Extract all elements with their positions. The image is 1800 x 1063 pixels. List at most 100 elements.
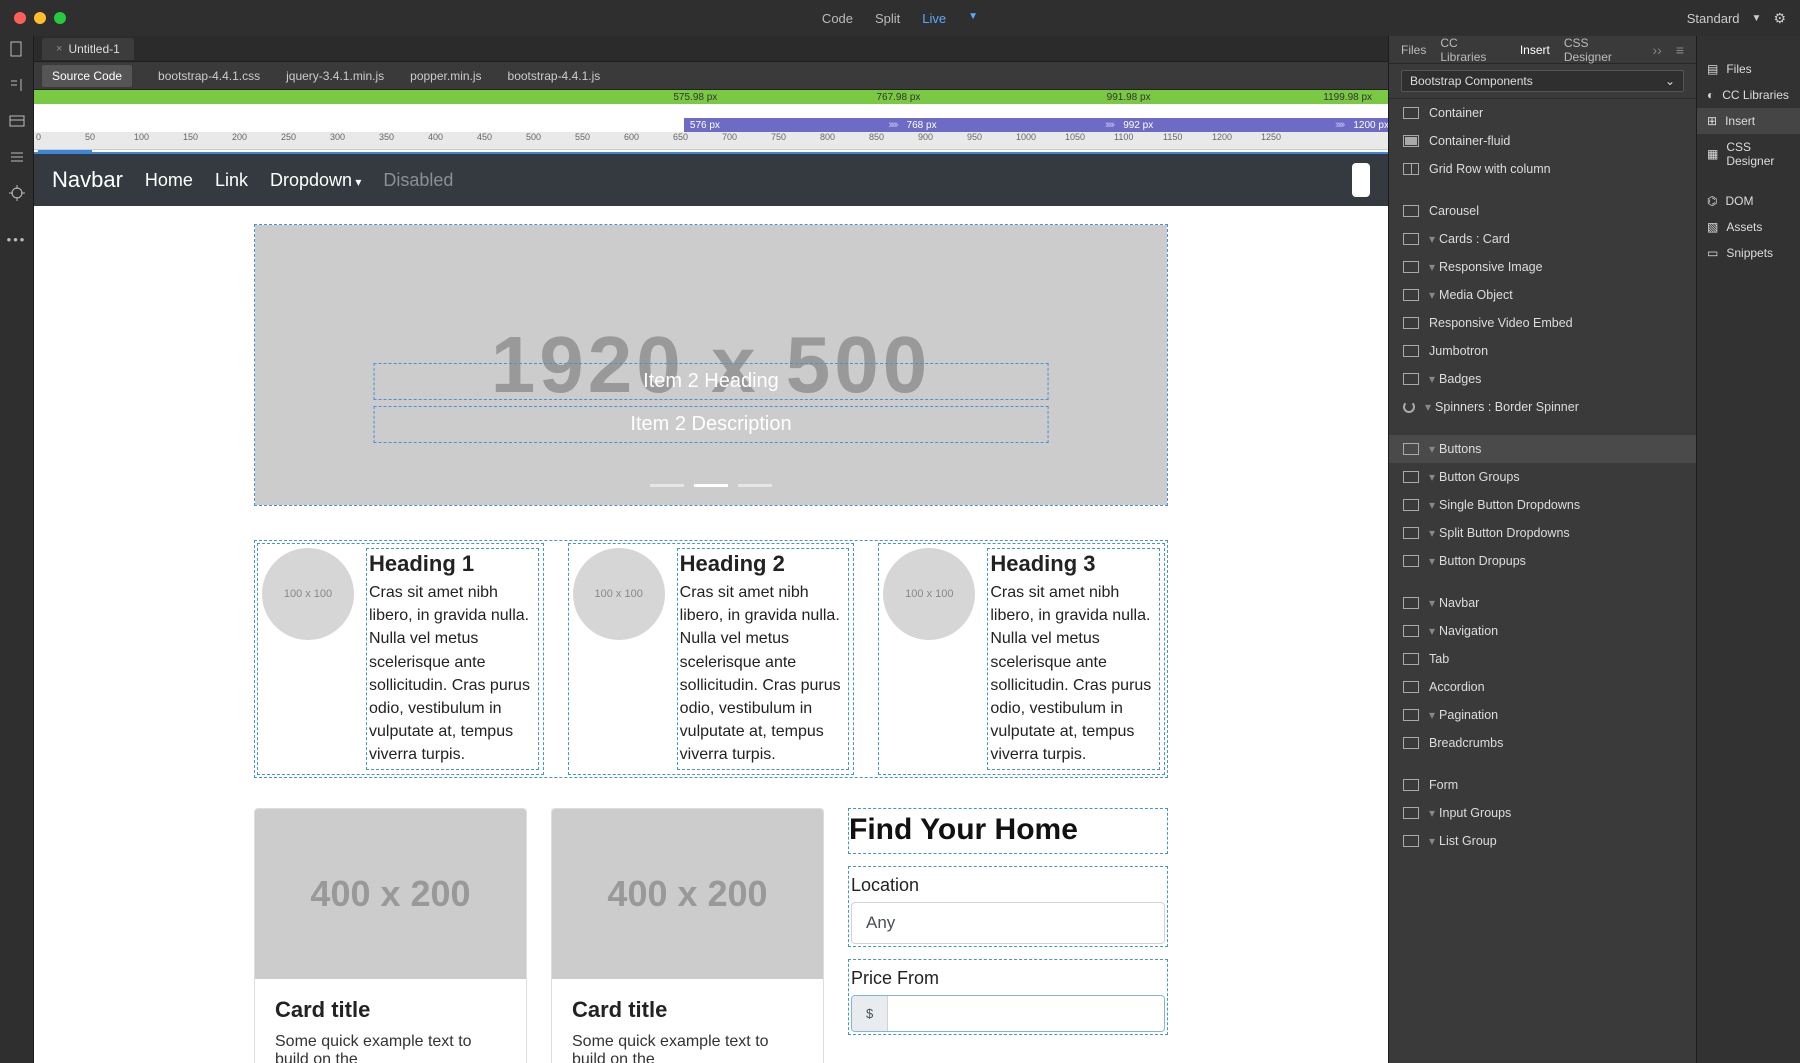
rail-assets[interactable]: ▧Assets: [1697, 214, 1800, 240]
location-select[interactable]: Any: [851, 902, 1165, 944]
insert-accordion[interactable]: Accordion: [1389, 673, 1696, 701]
rail-snippets[interactable]: ▭Snippets: [1697, 240, 1800, 266]
rail-cclibraries[interactable]: ◐CC Libraries: [1697, 82, 1800, 108]
media-body: Heading 2 Cras sit amet nibh libero, in …: [677, 548, 850, 770]
more-tools-icon[interactable]: •••: [8, 230, 26, 248]
insert-pagination[interactable]: ▾Pagination: [1389, 701, 1696, 729]
location-label: Location: [851, 875, 1165, 896]
insert-single-dropdowns[interactable]: ▾Single Button Dropdowns: [1389, 491, 1696, 519]
related-file[interactable]: bootstrap-4.4.1.css: [158, 69, 260, 83]
insert-input-groups[interactable]: ▾Input Groups: [1389, 799, 1696, 827]
manage-tool-icon[interactable]: [8, 76, 26, 94]
ruler-tick: 950: [967, 132, 982, 142]
navbar-brand[interactable]: Navbar: [52, 167, 123, 193]
insert-carousel[interactable]: Carousel: [1389, 197, 1696, 225]
view-split[interactable]: Split: [875, 11, 900, 26]
rail-insert[interactable]: ⊞Insert: [1697, 108, 1800, 134]
panel-tabs: Files CC Libraries Insert CSS Designer ›…: [1389, 36, 1696, 64]
extract-tool-icon[interactable]: [8, 112, 26, 130]
carousel-heading[interactable]: Item 2 Heading: [374, 363, 1049, 400]
panel-tab-insert[interactable]: Insert: [1520, 43, 1550, 57]
nav-search-input[interactable]: [1352, 163, 1370, 197]
insert-buttons[interactable]: ▾Buttons: [1389, 435, 1696, 463]
related-file[interactable]: jquery-3.4.1.min.js: [286, 69, 384, 83]
bp-label: 767.98 px: [873, 92, 923, 103]
target-tool-icon[interactable]: [8, 184, 26, 202]
insert-responsive-image[interactable]: ▾Responsive Image: [1389, 253, 1696, 281]
ruler-tick: 650: [673, 132, 688, 142]
rail-files[interactable]: ▤Files: [1697, 56, 1800, 82]
close-tab-icon[interactable]: ×: [56, 43, 62, 55]
insert-breadcrumbs[interactable]: Breadcrumbs: [1389, 729, 1696, 757]
nav-disabled: Disabled: [383, 170, 453, 191]
insert-list-group[interactable]: ▾List Group: [1389, 827, 1696, 855]
price-from-input[interactable]: [888, 996, 1164, 1031]
document-tab[interactable]: × Untitled-1: [42, 38, 134, 60]
nav-home[interactable]: Home: [145, 170, 193, 191]
carousel-next-icon[interactable]: ›: [1337, 348, 1347, 382]
related-file[interactable]: popper.min.js: [410, 69, 481, 83]
insert-cards[interactable]: ▾Cards : Card: [1389, 225, 1696, 253]
carousel-indicator[interactable]: [694, 484, 728, 487]
card-text: Some quick example text to build on the: [572, 1033, 803, 1063]
carousel-indicator[interactable]: [650, 484, 684, 487]
media-object[interactable]: 100 x 100 Heading 3 Cras sit amet nibh l…: [878, 543, 1165, 775]
panel-tab-cclibraries[interactable]: CC Libraries: [1440, 36, 1505, 64]
insert-spinners[interactable]: ▾Spinners : Border Spinner: [1389, 393, 1696, 421]
insert-tab[interactable]: Tab: [1389, 645, 1696, 673]
preview-carousel[interactable]: ‹ 1920 x 500 Item 2 Heading Item 2 Descr…: [254, 224, 1168, 506]
card[interactable]: 400 x 200 Card title Some quick example …: [254, 808, 527, 1063]
nav-dropdown[interactable]: Dropdown: [270, 170, 361, 191]
insert-dropups[interactable]: ▾Button Dropups: [1389, 547, 1696, 575]
panel-tab-cssdesigner[interactable]: CSS Designer: [1564, 36, 1639, 64]
panel-tab-files[interactable]: Files: [1401, 43, 1426, 57]
insert-container-fluid[interactable]: Container-fluid: [1389, 127, 1696, 155]
ruler-tick: 500: [526, 132, 541, 142]
insert-media-object[interactable]: ▾Media Object: [1389, 281, 1696, 309]
insert-navigation[interactable]: ▾Navigation: [1389, 617, 1696, 645]
minimize-window-icon[interactable]: [34, 12, 46, 24]
insert-navbar[interactable]: ▾Navbar: [1389, 589, 1696, 617]
insert-form[interactable]: Form: [1389, 771, 1696, 799]
card-body: Card title Some quick example text to bu…: [255, 979, 526, 1063]
insert-button-groups[interactable]: ▾Button Groups: [1389, 463, 1696, 491]
carousel-prev-icon[interactable]: ‹: [75, 348, 85, 382]
files-icon: ▤: [1707, 62, 1718, 76]
breakpoint-bar-max[interactable]: 575.98 px 767.98 px 991.98 px 1199.98 px: [34, 90, 1388, 104]
close-window-icon[interactable]: [14, 12, 26, 24]
view-live-menu-icon[interactable]: ▼: [968, 11, 978, 26]
related-file[interactable]: bootstrap-4.4.1.js: [508, 69, 601, 83]
related-file-active[interactable]: Source Code: [42, 65, 132, 87]
insert-category-select[interactable]: Bootstrap Components ⌄: [1401, 70, 1684, 92]
panel-menu-icon[interactable]: ≡: [1676, 42, 1684, 58]
breakpoint-bar-min[interactable]: 576 px 768 px 992 px 1200 px: [34, 118, 1388, 132]
insert-jumbotron[interactable]: Jumbotron: [1389, 337, 1696, 365]
insert-split-dropdowns[interactable]: ▾Split Button Dropdowns: [1389, 519, 1696, 547]
bp-label: 992 px: [1123, 120, 1153, 131]
rail-cssdesigner[interactable]: ▦CSS Designer: [1697, 134, 1800, 174]
insert-video-embed[interactable]: Responsive Video Embed: [1389, 309, 1696, 337]
settings-gear-icon[interactable]: ⚙: [1773, 10, 1786, 27]
zoom-window-icon[interactable]: [54, 12, 66, 24]
bp-label: 768 px: [907, 120, 937, 131]
carousel-description[interactable]: Item 2 Description: [374, 406, 1049, 443]
list-tool-icon[interactable]: [8, 148, 26, 166]
media-object[interactable]: 100 x 100 Heading 2 Cras sit amet nibh l…: [568, 543, 855, 775]
ruler-tick: 300: [330, 132, 345, 142]
card[interactable]: 400 x 200 Card title Some quick example …: [551, 808, 824, 1063]
insert-grid-row[interactable]: Grid Row with column: [1389, 155, 1696, 183]
carousel-indicator[interactable]: [738, 484, 772, 487]
view-code[interactable]: Code: [822, 11, 853, 26]
preview-navbar: Navbar Home Link Dropdown Disabled: [34, 154, 1388, 206]
insert-badges[interactable]: ▾Badges: [1389, 365, 1696, 393]
file-tool-icon[interactable]: [8, 40, 26, 58]
ruler-tick: 350: [379, 132, 394, 142]
view-live[interactable]: Live: [922, 11, 946, 26]
media-object[interactable]: 100 x 100 Heading 1 Cras sit amet nibh l…: [257, 543, 544, 775]
rail-dom[interactable]: ⌬DOM: [1697, 188, 1800, 214]
workspace-switcher[interactable]: Standard ▼ ⚙: [1687, 10, 1786, 27]
nav-link[interactable]: Link: [215, 170, 248, 191]
media-heading: Heading 3: [990, 551, 1157, 577]
insert-container[interactable]: Container: [1389, 99, 1696, 127]
panel-collapse-icon[interactable]: ››: [1653, 42, 1662, 58]
